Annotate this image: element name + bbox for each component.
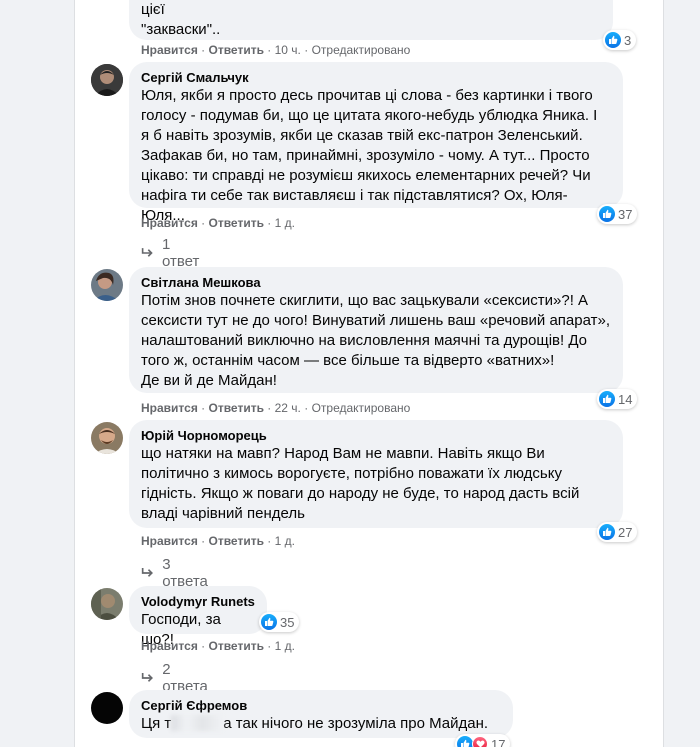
reply-arrow-icon (141, 568, 153, 577)
like-reaction-icon (599, 524, 615, 540)
edited-label: Отредактировано (311, 43, 411, 57)
reaction-count[interactable]: 17 (455, 734, 511, 747)
comment-author[interactable]: Сергій Єфремов (141, 697, 501, 714)
view-replies-link[interactable]: 1 ответ (141, 236, 202, 270)
reply-link[interactable]: Ответить (209, 216, 264, 230)
comment-author[interactable]: Volodymyr Runets (141, 593, 255, 610)
comment-meta: Нравится · Ответить · 22 ч. · Отредактир… (141, 401, 411, 415)
reaction-count[interactable]: 37 (597, 204, 638, 224)
comment-text: Ця та так нічого не зрозуміла про Майдан… (141, 715, 489, 732)
timestamp[interactable]: 1 д. (275, 639, 295, 653)
reply-link[interactable]: Ответить (209, 639, 264, 653)
reaction-count[interactable]: 14 (597, 389, 638, 409)
comment-text: Юля, якби я просто десь прочитав ці слов… (141, 87, 598, 224)
avatar[interactable] (91, 588, 123, 620)
like-reaction-icon (599, 391, 615, 407)
comment-bubble: Юрій Чорноморець що натяки на мавп? Наро… (129, 420, 623, 528)
redacted-text (171, 715, 224, 731)
reply-link[interactable]: Ответить (209, 401, 264, 415)
like-link[interactable]: Нравится (141, 43, 198, 57)
avatar[interactable] (91, 422, 123, 454)
timestamp[interactable]: 10 ч. (275, 43, 301, 57)
comment-meta: Нравится · Ответить · 1 д. (141, 639, 295, 653)
like-link[interactable]: Нравится (141, 216, 198, 230)
timestamp[interactable]: 1 д. (275, 216, 295, 230)
comment-text: що натяки на мавп? Народ Вам не мавпи. Н… (141, 445, 580, 522)
like-reaction-icon (261, 614, 277, 630)
edited-label: Отредактировано (311, 401, 411, 415)
comment-bubble: Світлана Мешкова Потім знов почнете скиг… (129, 267, 623, 393)
avatar[interactable] (91, 64, 123, 96)
reply-link[interactable]: Ответить (209, 43, 264, 57)
like-reaction-icon (599, 206, 615, 222)
comments-card: мендель,безугла,арахамія,юраш,третьякова… (74, 0, 664, 747)
comment-bubble: мендель,безугла,арахамія,юраш,третьякова… (129, 0, 613, 40)
like-reaction-icon (457, 736, 473, 747)
like-link[interactable]: Нравится (141, 639, 198, 653)
reaction-count[interactable]: 3 (603, 30, 637, 50)
like-link[interactable]: Нравится (141, 401, 198, 415)
comment-meta: Нравится · Ответить · 1 д. (141, 216, 295, 230)
comment-meta: Нравится · Ответить · 10 ч. · Отредактир… (141, 43, 411, 57)
avatar[interactable] (91, 269, 123, 301)
love-reaction-icon (472, 736, 488, 747)
comment-author[interactable]: Світлана Мешкова (141, 274, 611, 291)
comment-author[interactable]: Сергій Смальчук (141, 69, 611, 86)
comment-bubble: Сергій Єфремов Ця та так нічого не зрозу… (129, 690, 513, 738)
comment-bubble: Volodymyr Runets Господи, за шо?! (129, 586, 267, 648)
reply-link[interactable]: Ответить (209, 534, 264, 548)
reply-arrow-icon (141, 248, 153, 257)
timestamp[interactable]: 22 ч. (275, 401, 301, 415)
reaction-count[interactable]: 27 (597, 522, 638, 542)
comment-text: Потім знов почнете скиглити, що вас заць… (141, 292, 610, 389)
comment-meta: Нравится · Ответить · 1 д. (141, 534, 295, 548)
view-replies-link[interactable]: 3 ответа (141, 556, 211, 590)
like-reaction-icon (605, 32, 621, 48)
timestamp[interactable]: 1 д. (275, 534, 295, 548)
comment-bubble: Сергій Смальчук Юля, якби я просто десь … (129, 62, 623, 224)
comment-text: мендель,безугла,арахамія,юраш,третьякова… (141, 1, 221, 38)
like-link[interactable]: Нравится (141, 534, 198, 548)
comment-author[interactable]: Юрій Чорноморець (141, 427, 611, 444)
avatar[interactable] (91, 692, 123, 724)
reply-arrow-icon (141, 673, 153, 682)
reaction-count[interactable]: 35 (259, 612, 300, 632)
